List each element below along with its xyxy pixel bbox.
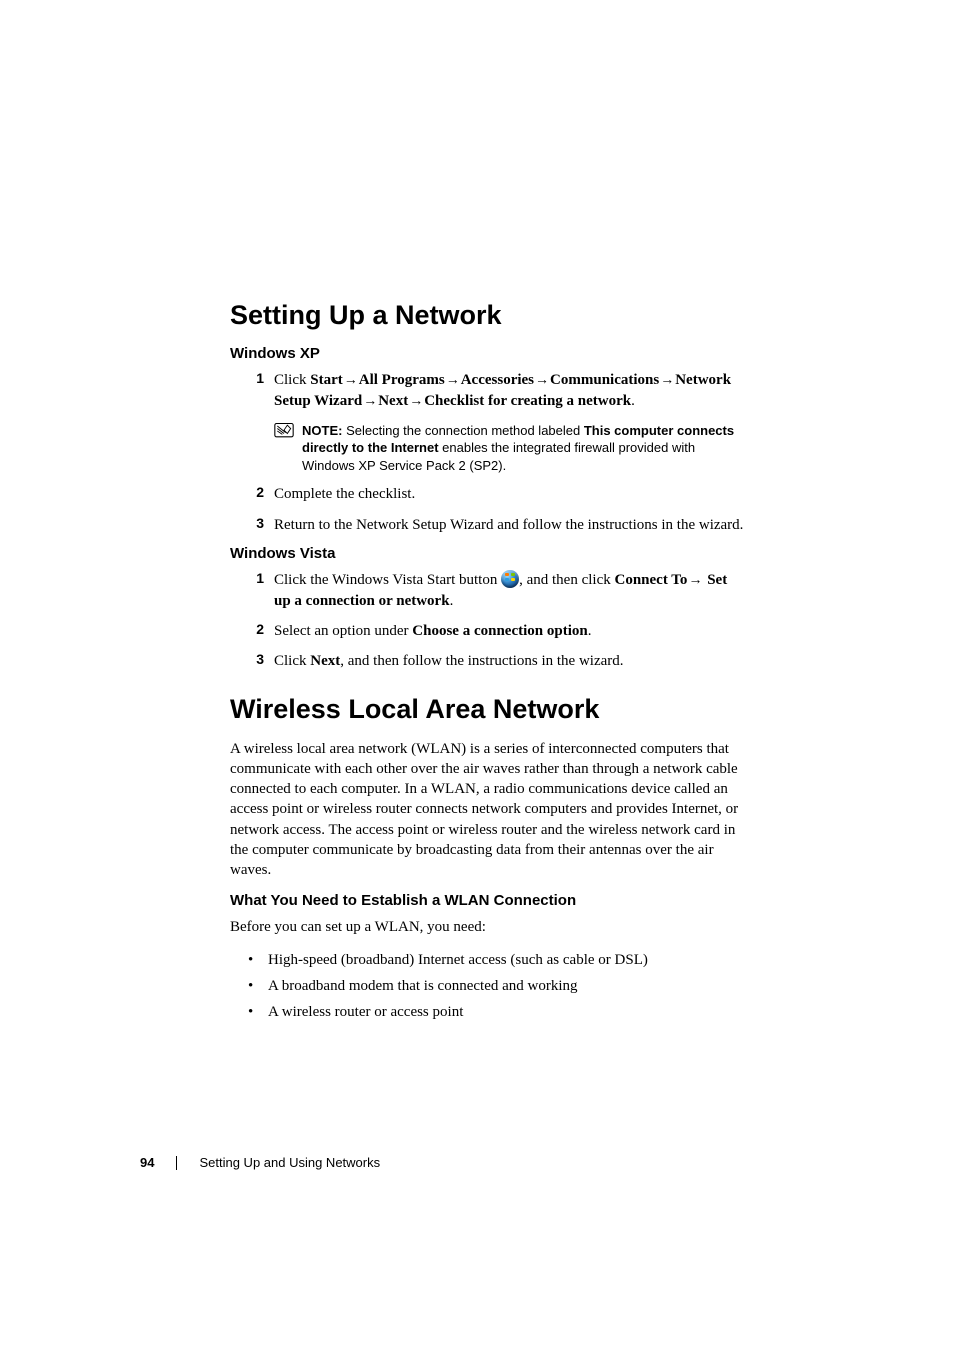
- list-item: A broadband modem that is connected and …: [248, 976, 744, 996]
- menu-path-start: Start: [310, 372, 343, 388]
- text-fragment: Click: [274, 653, 310, 669]
- text-fragment: Click: [274, 372, 310, 388]
- xp-step-2: 2 Complete the checklist.: [230, 484, 744, 504]
- wlan-lead: Before you can set up a WLAN, you need:: [230, 917, 744, 937]
- step-text: Click Start→All Programs→Accessories→Com…: [274, 370, 744, 412]
- text-fragment: .: [450, 593, 454, 609]
- text-fragment: Click the Windows Vista Start button: [274, 572, 501, 588]
- xp-step-3: 3 Return to the Network Setup Wizard and…: [230, 515, 744, 535]
- list-item: High-speed (broadband) Internet access (…: [248, 950, 744, 970]
- text-fragment: .: [588, 623, 592, 639]
- button-next: Next: [310, 653, 340, 669]
- note-text: NOTE: Selecting the connection method la…: [302, 422, 744, 475]
- xp-step-1: 1 Click Start→All Programs→Accessories→C…: [230, 370, 744, 412]
- step-number: 3: [230, 651, 274, 671]
- menu-path-allprograms: All Programs: [359, 372, 445, 388]
- subheading-windows-vista: Windows Vista: [230, 545, 744, 562]
- text-fragment: , and then click: [519, 572, 614, 588]
- note-icon: [274, 422, 302, 475]
- text-fragment: Select an option under: [274, 623, 412, 639]
- menu-path-communications: Communications: [550, 372, 659, 388]
- menu-path-next: Next: [378, 393, 408, 409]
- text-fragment: , and then follow the instructions in th…: [340, 653, 623, 669]
- wlan-paragraph: A wireless local area network (WLAN) is …: [230, 739, 744, 881]
- footer-section-title: Setting Up and Using Networks: [199, 1155, 380, 1170]
- step-text: Click Next, and then follow the instruct…: [274, 651, 744, 671]
- list-item: A wireless router or access point: [248, 1002, 744, 1022]
- heading-wireless-lan: Wireless Local Area Network: [230, 694, 744, 725]
- vista-step-2: 2 Select an option under Choose a connec…: [230, 621, 744, 641]
- step-text: Click the Windows Vista Start button , a…: [274, 570, 744, 611]
- step-number: 2: [230, 621, 274, 641]
- vista-step-1: 1 Click the Windows Vista Start button ,…: [230, 570, 744, 611]
- step-text: Complete the checklist.: [274, 484, 744, 504]
- vista-start-orb-icon: [501, 570, 519, 588]
- note-block: NOTE: Selecting the connection method la…: [274, 422, 744, 475]
- footer-separator: [176, 1156, 177, 1170]
- step-text: Select an option under Choose a connecti…: [274, 621, 744, 641]
- vista-step-3: 3 Click Next, and then follow the instru…: [230, 651, 744, 671]
- subheading-windows-xp: Windows XP: [230, 345, 744, 362]
- page-footer: 94 Setting Up and Using Networks: [140, 1155, 380, 1170]
- text-fragment: .: [631, 393, 635, 409]
- step-number: 1: [230, 370, 274, 412]
- subheading-wlan-needs: What You Need to Establish a WLAN Connec…: [230, 892, 744, 909]
- step-number: 3: [230, 515, 274, 535]
- menu-path-accessories: Accessories: [461, 372, 534, 388]
- note-label: NOTE:: [302, 423, 342, 438]
- wlan-bullet-list: High-speed (broadband) Internet access (…: [248, 950, 744, 1023]
- menu-path-checklist: Checklist for creating a network: [424, 393, 631, 409]
- step-number: 1: [230, 570, 274, 611]
- text-fragment: Selecting the connection method labeled: [342, 423, 583, 438]
- step-text: Return to the Network Setup Wizard and f…: [274, 515, 744, 535]
- menu-connect-to: Connect To: [615, 572, 688, 588]
- heading-setting-up-network: Setting Up a Network: [230, 300, 744, 331]
- page-number: 94: [140, 1155, 176, 1170]
- menu-choose-option: Choose a connection option: [412, 623, 587, 639]
- step-number: 2: [230, 484, 274, 504]
